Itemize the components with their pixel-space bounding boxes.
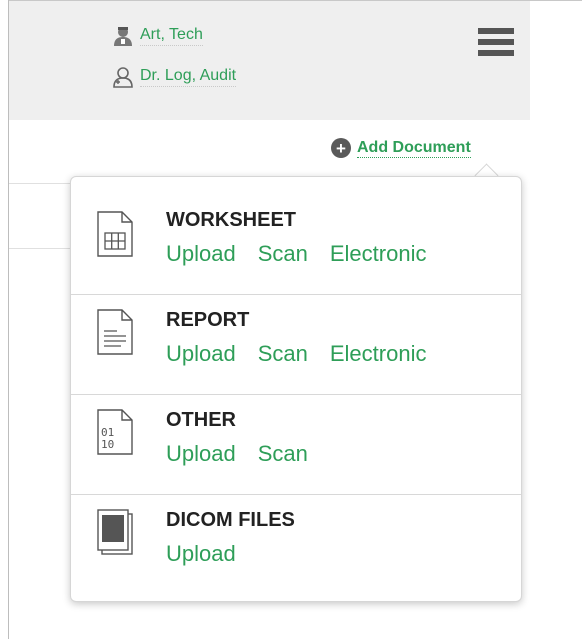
person-technician[interactable]: Art, Tech — [112, 25, 203, 47]
doc-type-report: REPORT Upload Scan Electronic — [71, 295, 521, 395]
upload-action[interactable]: Upload — [166, 341, 236, 367]
scan-action[interactable]: Scan — [258, 241, 308, 267]
svg-text:10: 10 — [101, 438, 114, 451]
dicom-image-icon — [97, 509, 133, 555]
header-panel: Art, Tech Dr. Log, Audit — [9, 1, 530, 120]
doc-type-title: OTHER — [166, 409, 236, 431]
doc-type-title: WORKSHEET — [166, 209, 296, 231]
person-doctor[interactable]: Dr. Log, Audit — [112, 66, 237, 88]
list-divider — [9, 248, 71, 249]
add-document-label[interactable]: Add Document — [357, 139, 471, 158]
worksheet-grid-icon — [97, 211, 133, 257]
binary-file-icon: 01 10 — [97, 409, 133, 455]
technician-icon — [114, 27, 132, 46]
hamburger-menu-icon[interactable] — [478, 28, 514, 56]
add-document-popover: WORKSHEET Upload Scan Electronic REPORT … — [70, 176, 522, 602]
report-lines-icon — [97, 309, 133, 355]
plus-circle-icon: + — [331, 138, 351, 158]
upload-action[interactable]: Upload — [166, 541, 236, 567]
upload-action[interactable]: Upload — [166, 241, 236, 267]
doc-type-title: REPORT — [166, 309, 250, 331]
electronic-action[interactable]: Electronic — [330, 241, 427, 267]
doc-type-worksheet: WORKSHEET Upload Scan Electronic — [71, 195, 521, 295]
add-document-button[interactable]: + Add Document — [331, 138, 471, 158]
scan-action[interactable]: Scan — [258, 441, 308, 467]
electronic-action[interactable]: Electronic — [330, 341, 427, 367]
doc-type-dicom: DICOM FILES Upload — [71, 495, 521, 594]
doc-type-other: 01 10 OTHER Upload Scan — [71, 395, 521, 495]
list-divider — [9, 183, 71, 184]
upload-action[interactable]: Upload — [166, 441, 236, 467]
doctor-icon — [113, 67, 133, 88]
doc-type-title: DICOM FILES — [166, 509, 295, 531]
person-name[interactable]: Dr. Log, Audit — [140, 67, 237, 87]
scan-action[interactable]: Scan — [258, 341, 308, 367]
person-name[interactable]: Art, Tech — [140, 26, 203, 46]
